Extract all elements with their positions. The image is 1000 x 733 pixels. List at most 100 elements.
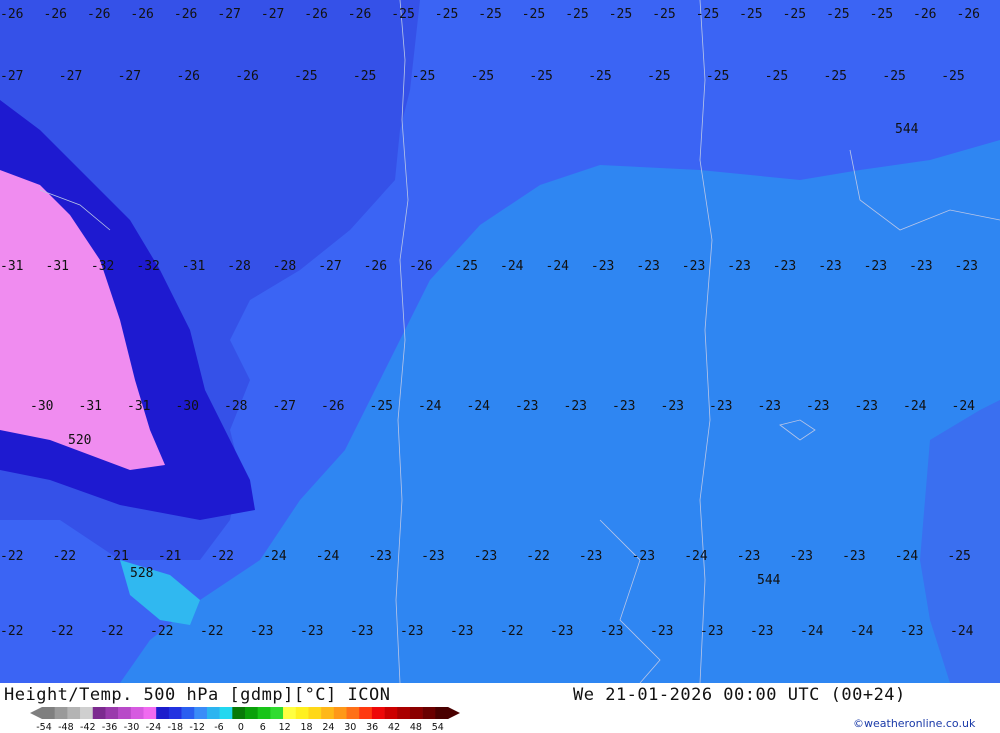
contour-label: -23 [773, 259, 796, 274]
contour-label: -26 [364, 259, 387, 274]
contour-label: -25 [652, 7, 675, 22]
temperature-map: -26 -26 -26 -26 -26 -27 -27 -26 -26 -25 -25 -25 -25 -… [0, 0, 1000, 683]
height-marker: 528 [130, 566, 153, 581]
scale-swatch [206, 707, 220, 719]
contour-label: -25 [870, 7, 893, 22]
scale-swatch [194, 707, 208, 719]
contour-label: -25 [696, 7, 719, 22]
contour-label: -24 [895, 549, 919, 564]
weather-map-view: -26 -26 -26 -26 -26 -27 -27 -26 -26 -25 -25 -25 -25 -… [0, 0, 1000, 733]
scale-swatch [359, 707, 373, 719]
scale-tick-label: 18 [300, 722, 312, 731]
scale-tick-label: 36 [366, 722, 378, 731]
scale-swatch [245, 707, 258, 719]
contour-label: -25 [824, 69, 847, 84]
scale-tick-label: 30 [344, 722, 356, 731]
scale-swatch [67, 707, 81, 719]
contour-label: -23 [474, 549, 497, 564]
contour-label: -22 [526, 549, 549, 564]
scale-tick-label: -42 [80, 722, 96, 731]
contour-label: -32 [91, 259, 114, 274]
contour-label: -25 [294, 69, 317, 84]
valid-datetime: We 21-01-2026 00:00 UTC (00+24) [573, 685, 906, 705]
contour-label: -24 [467, 399, 491, 414]
contour-label: -22 [53, 549, 76, 564]
contour-label: -23 [350, 624, 373, 639]
scale-arrow-high [448, 707, 460, 719]
color-scale-bars [30, 707, 460, 719]
scale-swatch [422, 707, 436, 719]
contour-label: -28 [227, 259, 250, 274]
contour-label: -25 [353, 69, 376, 84]
contour-label: -25 [565, 7, 588, 22]
scale-tick-label: -48 [58, 722, 74, 731]
contour-label: -26 [174, 7, 197, 22]
contour-label: -26 [44, 7, 67, 22]
scale-swatch [283, 707, 297, 719]
scale-swatch [270, 707, 284, 719]
scale-swatch [80, 707, 94, 719]
contour-label: -23 [550, 624, 573, 639]
contour-label: -32 [136, 259, 159, 274]
contour-label: -27 [217, 7, 240, 22]
contour-label: -23 [700, 624, 723, 639]
scale-tick-label: -18 [168, 722, 184, 731]
contour-label: -27 [0, 69, 23, 84]
contour-label: -25 [765, 69, 788, 84]
scale-swatch [295, 707, 309, 719]
contour-label: -23 [709, 399, 732, 414]
contour-label: -23 [579, 549, 602, 564]
scale-swatch [333, 707, 347, 719]
contour-label: -27 [273, 399, 296, 414]
contour-label: -25 [739, 7, 762, 22]
scale-swatch [181, 707, 195, 719]
contour-label: -23 [682, 259, 705, 274]
contour-label: -28 [273, 259, 296, 274]
scale-arrow-low [30, 707, 42, 719]
contour-label: -22 [211, 549, 234, 564]
site-credit[interactable]: ©weatheronline.co.uk [853, 717, 975, 730]
contour-label: -25 [941, 69, 964, 84]
contour-label: -23 [300, 624, 323, 639]
contour-label: -25 [783, 7, 806, 22]
contour-label: -23 [855, 399, 878, 414]
scale-swatch [371, 707, 385, 719]
contour-label: -27 [261, 7, 284, 22]
contour-label: -26 [304, 7, 327, 22]
contour-label: -25 [947, 549, 970, 564]
map-title: Height/Temp. 500 hPa [gdmp][°C] ICON [4, 685, 391, 705]
contour-label: -25 [647, 69, 670, 84]
scale-swatch [168, 707, 182, 719]
scale-tick-label: 48 [410, 722, 422, 731]
contour-label: -27 [59, 69, 82, 84]
contour-label: -22 [200, 624, 223, 639]
contour-label: -25 [522, 7, 545, 22]
contour-label: -23 [737, 549, 760, 564]
map-footer: Height/Temp. 500 hPa [gdmp][°C] ICON We … [0, 683, 1000, 733]
contour-label: -31 [0, 259, 23, 274]
contour-label: -23 [955, 259, 978, 274]
contour-label: -25 [412, 69, 435, 84]
contour-label: -22 [50, 624, 73, 639]
contour-label: -26 [87, 7, 110, 22]
scale-tick-label: -24 [146, 722, 162, 731]
contour-label: -25 [609, 7, 632, 22]
scale-tick-label: 42 [388, 722, 400, 731]
scale-swatch [156, 707, 170, 719]
color-scale-ticks: -54 -48 -42 -36 -30 -24 -18 -12 -6 0 6 12 18 24 30 36 42… [36, 722, 444, 731]
contour-label: -25 [588, 69, 611, 84]
contour-label: -25 [391, 7, 414, 22]
scale-swatch [143, 707, 157, 719]
scale-tick-label: -54 [36, 722, 52, 731]
contour-label: -31 [127, 399, 150, 414]
contour-label: -23 [842, 549, 865, 564]
contour-label: -26 [348, 7, 371, 22]
contour-label: -23 [790, 549, 813, 564]
scale-tick-label: -30 [124, 722, 140, 731]
scale-tick-label: 54 [432, 722, 444, 731]
scale-tick-label: -12 [189, 722, 205, 731]
contour-label: -22 [0, 624, 23, 639]
contour-label: -23 [632, 549, 655, 564]
contour-label: -24 [952, 399, 976, 414]
contour-label: -23 [661, 399, 684, 414]
